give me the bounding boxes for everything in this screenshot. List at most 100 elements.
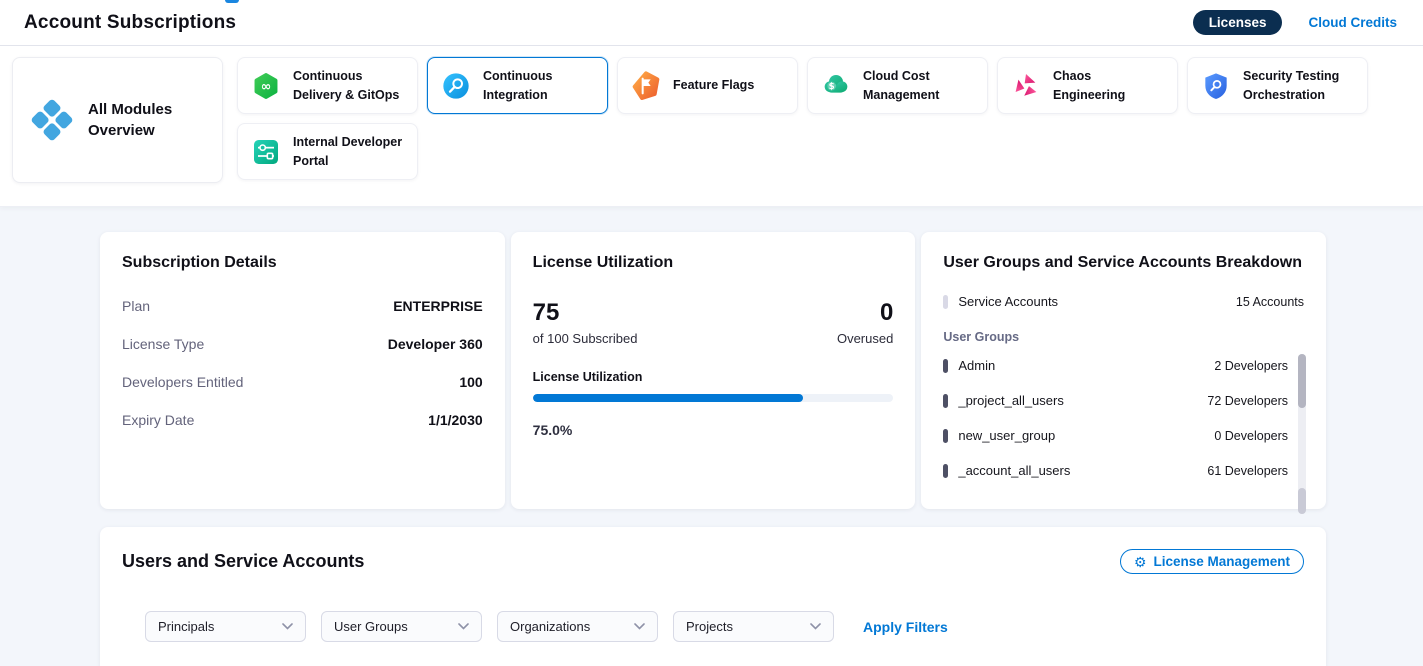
dropdown-label: Projects — [686, 619, 733, 634]
service-accounts-row: Service Accounts 15 Accounts — [943, 294, 1304, 309]
users-card-title: Users and Service Accounts — [122, 551, 364, 572]
licenses-tab[interactable]: Licenses — [1193, 10, 1283, 35]
service-accounts-value: 15 Accounts — [1236, 295, 1304, 309]
gear-icon: ⚙ — [1134, 555, 1147, 569]
license-management-label: License Management — [1153, 554, 1290, 569]
license-utilization-title: License Utilization — [533, 254, 894, 272]
cloud-credits-tab[interactable]: Cloud Credits — [1308, 15, 1397, 30]
license-utilization-card: License Utilization 75 of 100 Subscribed… — [511, 232, 916, 509]
overused-count: 0 — [837, 300, 893, 326]
user-groups-list: Admin 2 Developers _project_all_users 72… — [943, 358, 1304, 478]
dropdown-label: Organizations — [510, 619, 590, 634]
detail-value: 1/1/2030 — [428, 412, 483, 428]
detail-row-plan: Plan ENTERPRISE — [122, 298, 483, 314]
user-groups-heading: User Groups — [943, 330, 1304, 344]
user-groups-dropdown[interactable]: User Groups — [321, 611, 482, 642]
usage-summary: 75 of 100 Subscribed 0 Overused — [533, 300, 894, 346]
detail-row-expiry-date: Expiry Date 1/1/2030 — [122, 412, 483, 428]
user-group-marker-icon — [943, 359, 948, 373]
page-header: Account Subscriptions Licenses Cloud Cre… — [0, 0, 1423, 46]
used-count: 75 — [533, 300, 638, 326]
detail-value: Developer 360 — [388, 336, 483, 352]
module-card-chaos-engineering[interactable]: Chaos Engineering — [997, 57, 1178, 114]
filters-row: Principals User Groups Organizations Pro… — [145, 611, 1304, 642]
module-cards: ∞ Continuous Delivery & GitOps Continuou… — [237, 57, 1411, 180]
subscription-detail-rows: Plan ENTERPRISE License Type Developer 3… — [122, 298, 483, 428]
overused-summary: 0 Overused — [837, 300, 893, 346]
user-group-name: new_user_group — [958, 428, 1055, 443]
user-group-marker-icon — [943, 394, 948, 408]
page-title: Account Subscriptions — [24, 12, 236, 34]
module-label: Continuous Delivery & GitOps — [293, 67, 405, 103]
user-group-value: 61 Developers — [1207, 464, 1288, 478]
used-summary: 75 of 100 Subscribed — [533, 300, 638, 346]
module-label: Chaos Engineering — [1053, 67, 1165, 103]
service-accounts-marker-icon — [943, 295, 948, 309]
user-group-value: 72 Developers — [1207, 394, 1288, 408]
dropdown-label: User Groups — [334, 619, 408, 634]
service-accounts-label: Service Accounts — [958, 294, 1058, 309]
detail-value: ENTERPRISE — [393, 298, 482, 314]
user-group-marker-icon — [943, 429, 948, 443]
all-modules-overview-card[interactable]: All Modules Overview — [12, 57, 223, 183]
utilization-percent: 75.0% — [533, 422, 894, 438]
detail-row-developers-entitled: Developers Entitled 100 — [122, 374, 483, 390]
module-card-security-testing[interactable]: Security Testing Orchestration — [1187, 57, 1368, 114]
license-management-button[interactable]: ⚙ License Management — [1120, 549, 1304, 574]
user-group-value: 2 Developers — [1214, 359, 1288, 373]
module-label: Internal Developer Portal — [293, 133, 405, 169]
user-group-name: Admin — [958, 358, 995, 373]
scrollbar-thumb[interactable] — [1298, 354, 1306, 408]
dropdown-label: Principals — [158, 619, 214, 634]
chaos-engineering-icon — [1010, 70, 1042, 102]
utilization-bar-label: License Utilization — [533, 370, 894, 384]
svg-text:∞: ∞ — [261, 78, 272, 93]
apply-filters-link[interactable]: Apply Filters — [863, 619, 948, 635]
projects-dropdown[interactable]: Projects — [673, 611, 834, 642]
detail-value: 100 — [459, 374, 482, 390]
utilization-bar-fill — [533, 394, 804, 402]
user-group-row: _account_all_users 61 Developers — [943, 463, 1288, 478]
user-group-name: _project_all_users — [958, 393, 1064, 408]
user-group-row: _project_all_users 72 Developers — [943, 393, 1288, 408]
module-label: Cloud Cost Management — [863, 67, 975, 103]
user-group-row: new_user_group 0 Developers — [943, 428, 1288, 443]
overused-caption: Overused — [837, 331, 893, 346]
modules-band: All Modules Overview ∞ Continuous Delive… — [0, 46, 1423, 207]
module-card-cloud-cost[interactable]: $ Cloud Cost Management — [807, 57, 988, 114]
module-label: Security Testing Orchestration — [1243, 67, 1355, 103]
module-card-internal-developer-portal[interactable]: Internal Developer Portal — [237, 123, 418, 180]
module-card-cd-gitops[interactable]: ∞ Continuous Delivery & GitOps — [237, 57, 418, 114]
breakdown-title: User Groups and Service Accounts Breakdo… — [943, 254, 1304, 272]
used-caption: of 100 Subscribed — [533, 331, 638, 346]
stats-row: Subscription Details Plan ENTERPRISE Lic… — [100, 232, 1326, 509]
all-modules-overview-label: All Modules Overview — [88, 99, 206, 141]
users-card-header: Users and Service Accounts ⚙ License Man… — [122, 549, 1304, 574]
subscription-details-title: Subscription Details — [122, 254, 483, 272]
ci-icon — [440, 70, 472, 102]
detail-label: License Type — [122, 336, 204, 352]
user-group-row: Admin 2 Developers — [943, 358, 1288, 373]
groups-scrollbar[interactable] — [1298, 354, 1306, 514]
security-testing-icon — [1200, 70, 1232, 102]
detail-label: Plan — [122, 298, 150, 314]
module-label: Continuous Integration — [483, 67, 595, 103]
detail-row-license-type: License Type Developer 360 — [122, 336, 483, 352]
organizations-dropdown[interactable]: Organizations — [497, 611, 658, 642]
cloud-cost-icon: $ — [820, 70, 852, 102]
module-card-feature-flags[interactable]: Feature Flags — [617, 57, 798, 114]
user-group-marker-icon — [943, 464, 948, 478]
principals-dropdown[interactable]: Principals — [145, 611, 306, 642]
content-area: Subscription Details Plan ENTERPRISE Lic… — [0, 207, 1423, 666]
internal-developer-portal-icon — [250, 136, 282, 168]
scrollbar-thumb-bottom[interactable] — [1298, 488, 1306, 514]
module-card-continuous-integration[interactable]: Continuous Integration — [427, 57, 608, 114]
utilization-bar-track — [533, 394, 894, 402]
cd-gitops-icon: ∞ — [250, 70, 282, 102]
module-label: Feature Flags — [673, 76, 754, 94]
chevron-down-icon — [810, 623, 821, 630]
clipped-tab-indicator — [225, 0, 239, 3]
detail-label: Developers Entitled — [122, 374, 243, 390]
svg-text:$: $ — [829, 82, 835, 92]
chevron-down-icon — [458, 623, 469, 630]
